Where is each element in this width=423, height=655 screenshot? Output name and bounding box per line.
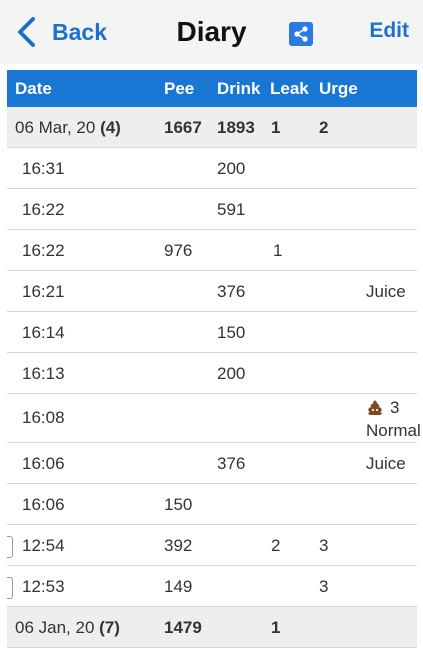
entry-urge: 3 bbox=[319, 536, 329, 555]
entry-marker bbox=[7, 577, 13, 599]
column-drink: Drink bbox=[217, 79, 261, 98]
entry-row[interactable]: 12:53 149 3 bbox=[7, 566, 417, 607]
entry-row[interactable]: 16:13 200 bbox=[7, 353, 417, 394]
entry-row[interactable]: 16:06 376 Juice bbox=[7, 443, 417, 484]
entry-marker bbox=[7, 536, 13, 558]
diary-table: Date Pee Drink Leak Urge 06 Mar, 20 (4) … bbox=[7, 70, 421, 648]
entry-row[interactable]: 16:22 591 bbox=[7, 189, 417, 230]
entry-row[interactable]: 16:21 376 Juice bbox=[7, 271, 417, 312]
group-date: 06 Jan, 20 (7) bbox=[15, 618, 120, 637]
day-group-row[interactable]: 06 Jan, 20 (7) 1479 1 bbox=[7, 607, 417, 648]
entry-row[interactable]: 16:22 976 1 bbox=[7, 230, 417, 271]
entry-leak: 1 bbox=[273, 241, 283, 260]
group-drink-total: 1893 bbox=[217, 118, 255, 137]
entry-time: 12:53 bbox=[22, 577, 65, 596]
entry-drink: 376 bbox=[217, 282, 246, 301]
group-date: 06 Mar, 20 (4) bbox=[15, 118, 121, 137]
poop-icon bbox=[368, 400, 382, 415]
day-group-row[interactable]: 06 Mar, 20 (4) 1667 1893 1 2 bbox=[7, 107, 417, 148]
group-pee-total: 1479 bbox=[164, 618, 202, 637]
top-bar: Back Diary Edit bbox=[0, 0, 423, 64]
entry-leak: 2 bbox=[271, 536, 281, 555]
entry-time: 16:22 bbox=[22, 200, 65, 219]
entry-time: 16:06 bbox=[22, 495, 65, 514]
share-button[interactable] bbox=[289, 22, 313, 46]
entry-pee: 392 bbox=[164, 536, 193, 555]
column-date: Date bbox=[15, 79, 52, 98]
entry-row[interactable]: 12:54 392 2 3 bbox=[7, 525, 417, 566]
entry-note: 3 bbox=[366, 398, 399, 418]
entry-time: 16:14 bbox=[22, 323, 65, 342]
entry-row[interactable]: 16:08 3 Normal bbox=[7, 394, 421, 443]
entry-pee: 150 bbox=[164, 495, 193, 514]
column-urge: Urge bbox=[319, 79, 358, 98]
back-button[interactable]: Back bbox=[14, 16, 107, 48]
group-leak-total: 1 bbox=[271, 118, 281, 137]
entry-note-detail: Normal bbox=[366, 421, 421, 440]
chevron-left-icon bbox=[18, 17, 35, 47]
entry-pee: 976 bbox=[164, 241, 193, 260]
entry-time: 16:06 bbox=[22, 454, 65, 473]
group-pee-total: 1667 bbox=[164, 118, 202, 137]
share-icon bbox=[294, 26, 308, 42]
entry-urge: 3 bbox=[319, 577, 329, 596]
entry-row[interactable]: 16:14 150 bbox=[7, 312, 417, 353]
entry-row[interactable]: 16:31 200 bbox=[7, 148, 417, 189]
entry-drink: 200 bbox=[217, 159, 246, 178]
entry-time: 16:31 bbox=[22, 159, 65, 178]
entry-note: Juice bbox=[366, 454, 406, 473]
back-label: Back bbox=[52, 18, 107, 45]
entry-drink: 200 bbox=[217, 364, 246, 383]
entry-row[interactable]: 16:06 150 bbox=[7, 484, 417, 525]
entry-time: 16:13 bbox=[22, 364, 65, 383]
entry-drink: 376 bbox=[217, 454, 246, 473]
entry-note: Juice bbox=[366, 282, 406, 301]
column-pee: Pee bbox=[164, 79, 195, 98]
entry-pee: 149 bbox=[164, 577, 193, 596]
entry-drink: 150 bbox=[217, 323, 246, 342]
group-leak-total: 1 bbox=[271, 618, 281, 637]
edit-button[interactable]: Edit bbox=[369, 19, 409, 43]
entry-time: 12:54 bbox=[22, 536, 65, 555]
entry-time: 16:22 bbox=[22, 241, 65, 260]
entry-time: 16:21 bbox=[22, 282, 65, 301]
entry-time: 16:08 bbox=[22, 408, 65, 427]
group-urge-total: 2 bbox=[319, 118, 329, 137]
table-header: Date Pee Drink Leak Urge bbox=[7, 70, 417, 107]
entry-drink: 591 bbox=[217, 200, 246, 219]
column-leak: Leak bbox=[270, 79, 309, 98]
